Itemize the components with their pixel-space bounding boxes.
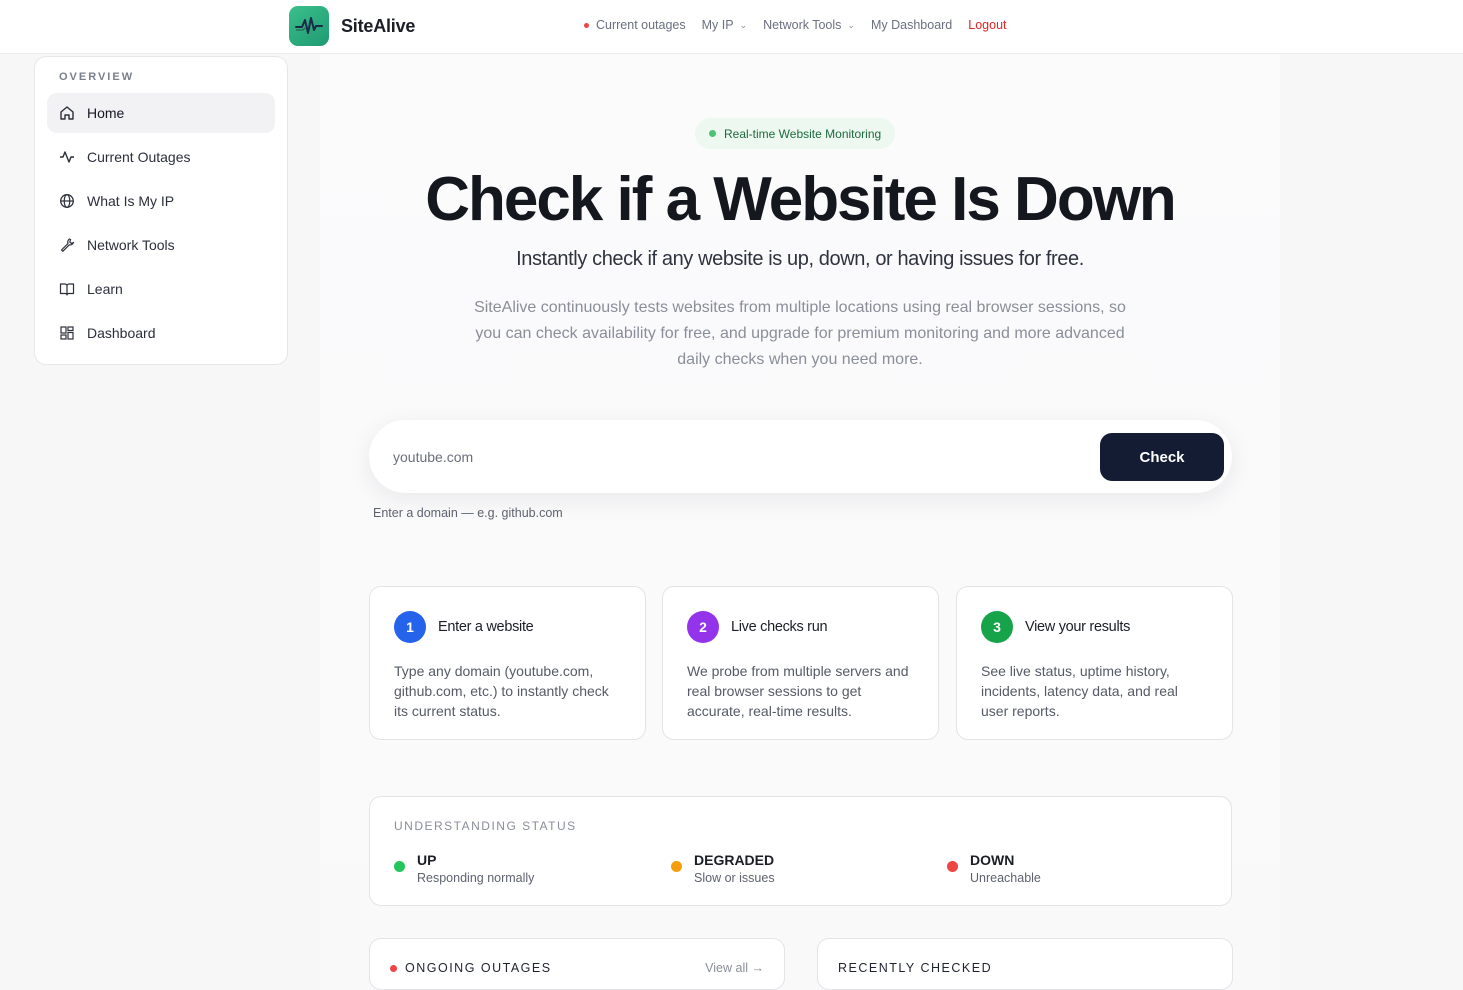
orange-dot-icon <box>671 861 682 872</box>
hero-subtitle: Instantly check if any website is up, do… <box>516 248 1084 270</box>
brand-link[interactable]: SiteAlive <box>289 6 415 46</box>
outage-dot-icon <box>584 22 589 28</box>
pulse-icon <box>289 6 329 46</box>
step-number: 2 <box>687 611 719 643</box>
nav-my-dashboard-label: My Dashboard <box>870 18 953 32</box>
sidebar: OVERVIEW Home Current Outages What Is My… <box>34 56 288 365</box>
domain-search-form: Check <box>369 420 1232 493</box>
nav-my-dashboard[interactable]: My Dashboard <box>871 18 952 32</box>
step-number: 1 <box>394 611 426 643</box>
sidebar-item-label: Dashboard <box>87 325 156 341</box>
step-card-enter-website: 1 Enter a website Type any domain (youtu… <box>369 586 646 740</box>
ongoing-outages-label: ONGOING OUTAGES <box>405 961 552 975</box>
wrench-icon <box>59 237 75 253</box>
globe-icon <box>59 193 75 209</box>
sidebar-item-current-outages[interactable]: Current Outages <box>47 137 275 177</box>
nav-network-tools[interactable]: Network Tools ⌄ <box>763 18 855 32</box>
check-button[interactable]: Check <box>1100 433 1224 481</box>
step-text: See live status, uptime history, inciden… <box>981 663 1178 719</box>
step-number: 3 <box>981 611 1013 643</box>
sidebar-item-label: Current Outages <box>87 149 191 165</box>
red-dot-icon <box>947 861 958 872</box>
status-up: UP Responding normally <box>394 851 534 887</box>
step-text: Type any domain (youtube.com, github.com… <box>394 663 609 719</box>
step-title: Live checks run <box>731 619 828 635</box>
realtime-badge: Real-time Website Monitoring <box>695 118 896 149</box>
nav-logout-label: Logout <box>968 18 1007 32</box>
nav-logout[interactable]: Logout <box>968 18 1006 32</box>
status-label: DEGRADED <box>694 852 775 868</box>
step-card-view-results: 3 View your results See live status, upt… <box>956 586 1233 740</box>
sidebar-item-network-tools[interactable]: Network Tools <box>47 225 275 265</box>
step-title: Enter a website <box>438 619 534 635</box>
nav-my-ip-label: My IP <box>701 18 734 32</box>
status-down: DOWN Unreachable <box>947 851 1041 887</box>
nav-current-outages[interactable]: Current outages <box>584 18 686 32</box>
step-text: We probe from multiple servers and real … <box>687 663 909 719</box>
search-hint: Enter a domain — e.g. github.com <box>373 506 563 520</box>
nav-my-ip[interactable]: My IP ⌄ <box>702 18 748 32</box>
recently-checked-card: RECENTLY CHECKED <box>817 938 1233 990</box>
status-degraded: DEGRADED Slow or issues <box>671 851 775 887</box>
home-icon <box>59 105 75 121</box>
chevron-down-icon: ⌄ <box>847 19 855 30</box>
sidebar-item-label: What Is My IP <box>87 193 175 209</box>
live-dot-icon <box>709 130 716 137</box>
status-desc: Responding normally <box>417 871 535 885</box>
domain-input[interactable] <box>393 442 1073 472</box>
brand-name: SiteAlive <box>341 15 416 36</box>
ongoing-outages-title: ONGOING OUTAGES <box>390 961 552 975</box>
step-card-live-checks: 2 Live checks run We probe from multiple… <box>662 586 939 740</box>
sidebar-item-label: Learn <box>87 281 123 297</box>
step-title: View your results <box>1025 619 1131 635</box>
nav-current-outages-label: Current outages <box>596 18 686 32</box>
sidebar-item-label: Network Tools <box>87 237 175 253</box>
nav-network-tools-label: Network Tools <box>763 18 842 32</box>
chevron-down-icon: ⌄ <box>739 19 748 30</box>
main-nav: Current outages My IP ⌄ Network Tools ⌄ … <box>584 18 1007 32</box>
status-label: UP <box>417 852 437 868</box>
sidebar-item-learn[interactable]: Learn <box>47 269 275 309</box>
view-all-link[interactable]: View all → <box>705 961 764 975</box>
badge-label: Real-time Website Monitoring <box>724 126 882 141</box>
activity-icon <box>59 149 75 165</box>
grid-icon <box>59 325 75 341</box>
sidebar-item-label: Home <box>87 105 125 121</box>
hero-description: SiteAlive continuously tests websites fr… <box>474 299 1126 368</box>
sidebar-item-home[interactable]: Home <box>47 93 275 133</box>
red-dot-icon <box>390 964 397 972</box>
status-desc: Unreachable <box>970 871 1041 885</box>
ongoing-outages-card: ONGOING OUTAGES View all → <box>369 938 785 990</box>
status-legend-card: UNDERSTANDING STATUS UP Responding norma… <box>369 796 1232 906</box>
status-desc: Slow or issues <box>694 871 775 885</box>
green-dot-icon <box>394 861 405 872</box>
sidebar-heading: OVERVIEW <box>59 71 135 83</box>
status-heading: UNDERSTANDING STATUS <box>394 819 577 833</box>
book-icon <box>59 281 75 297</box>
recently-checked-title: RECENTLY CHECKED <box>838 961 993 975</box>
status-label: DOWN <box>970 852 1015 868</box>
sidebar-item-what-is-my-ip[interactable]: What Is My IP <box>47 181 275 221</box>
top-navbar: SiteAlive Current outages My IP ⌄ Networ… <box>0 0 1463 54</box>
sidebar-item-dashboard[interactable]: Dashboard <box>47 313 275 353</box>
page-title: Check if a Website Is Down <box>425 165 1177 234</box>
